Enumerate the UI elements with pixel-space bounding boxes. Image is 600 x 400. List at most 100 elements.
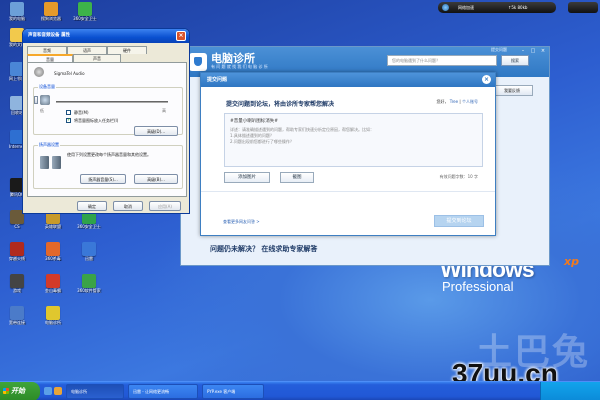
add-image-button[interactable]: 添加图片	[224, 172, 270, 183]
greeting: 您好，	[436, 99, 449, 104]
dialog-header-title: 提交问题	[207, 77, 228, 83]
maximize-icon[interactable]: □	[529, 48, 537, 55]
speaker-settings-group: 扬声器设置 使用下列设置更改每个扬声器音量和其他设置。 扬声器音量(S)... …	[33, 142, 183, 189]
dialog-title: 提交问题到论坛，将由诊所专家帮您解决	[226, 101, 335, 108]
device-name: SigmaTel Audio	[54, 71, 85, 76]
tab-hardware[interactable]: 硬件	[107, 46, 147, 54]
desktop-icon[interactable]: 宽带连接	[2, 306, 32, 325]
app-icon	[46, 306, 60, 320]
start-button[interactable]: 开始	[0, 382, 40, 400]
group-label: 扬声器设置	[38, 142, 60, 148]
system-tray	[540, 382, 600, 400]
top-submit-link[interactable]: 提交问题	[491, 47, 507, 53]
divider	[201, 191, 495, 192]
taskbar-item[interactable]: 迅雷 - 让网络更流畅	[128, 384, 198, 399]
desktop-icon[interactable]: 360软件管家	[74, 274, 104, 293]
user-info: 您好， Tree | 个人账号	[436, 99, 478, 104]
device-volume-group: 设备音量 低 高 静音(M) 将音量图标放入任务栏(I) 高级(D)...	[33, 84, 183, 136]
cancel-button[interactable]: 取消	[113, 201, 143, 211]
search-button[interactable]: 搜索	[501, 55, 529, 66]
desktop-icon[interactable]: 我的电脑	[2, 2, 32, 21]
desktop-icon[interactable]: 迅雷	[74, 242, 104, 261]
desktop: Windows xp Professional 我的电脑 搜狗浏览器 360安全卫士…	[0, 0, 600, 400]
more-answers-link[interactable]: 查看更多网友问答 >	[223, 219, 260, 225]
question-subject: #音量小喇叭图标消失#	[230, 119, 279, 124]
volume-slider[interactable]	[56, 101, 168, 103]
tab-voice[interactable]: 语声	[67, 46, 107, 54]
desktop-icon[interactable]: 360杀毒	[38, 242, 68, 261]
feedback-button[interactable]: 我要反馈	[491, 85, 533, 96]
app-icon	[10, 242, 24, 256]
desktop-icon-label: 英雄联盟	[45, 224, 61, 229]
advanced-button[interactable]: 高级(D)...	[134, 126, 178, 136]
close-icon[interactable]: ×	[539, 48, 547, 55]
tab-audio[interactable]: 音频	[27, 46, 67, 54]
desktop-icon-label: 360安全卫士	[73, 16, 97, 21]
app-icon	[46, 274, 60, 288]
question-hint: 2.问题出现前您都进行了哪些操作？	[230, 139, 294, 144]
account-link[interactable]: 个人账号	[462, 99, 478, 104]
speaker-left-icon	[40, 156, 49, 169]
app-icon	[44, 2, 58, 16]
taskbar-item[interactable]: 电脑诊所	[66, 384, 124, 399]
network-icon	[442, 4, 449, 11]
question-textarea[interactable]: #音量小喇叭图标消失# 详述：请准确描述遇到的问题，帮助专家们快速分析定位原因，…	[224, 113, 483, 167]
submit-question-dialog: 提交问题 × 提交问题到论坛，将由诊所专家帮您解决 您好， Tree | 个人账…	[200, 72, 496, 236]
desktop-icon-label: 金山毒霸	[45, 288, 61, 293]
sound-properties-dialog: 声音和音频设备 属性 × 音频 语声 硬件 音量 声音 SigmaTel Aud…	[22, 28, 190, 214]
folder-quicklaunch-icon[interactable]	[54, 387, 62, 395]
mute-label: 静音(M)	[74, 110, 89, 115]
ok-button[interactable]: 确定	[77, 201, 107, 211]
dialog-header: 提交问题 ×	[201, 73, 495, 87]
mute-checkbox[interactable]	[66, 110, 71, 115]
desktop-icon[interactable]: 金山毒霸	[38, 274, 68, 293]
taskbar: 开始 电脑诊所 迅雷 - 让网络更流畅 PYP.exe 客户端	[0, 381, 600, 400]
tray-icon-checkbox[interactable]	[66, 117, 71, 123]
submit-forum-button[interactable]: 提交到论坛	[434, 215, 484, 227]
dialog-title: 声音和音频设备 属性	[28, 33, 71, 38]
app-icon	[10, 2, 24, 16]
speaker-icon	[34, 67, 44, 77]
desktop-icon-label: 宽带连接	[9, 320, 25, 325]
advanced-speaker-button[interactable]: 高级(B)...	[134, 174, 178, 184]
close-icon[interactable]: ×	[176, 31, 186, 41]
network-gadget[interactable]: 网络加速 ↑5k 80kb	[438, 2, 556, 13]
ie-quicklaunch-icon[interactable]	[44, 387, 52, 395]
app-icon	[82, 274, 96, 288]
volume-icon	[40, 95, 50, 105]
app-icon	[46, 242, 60, 256]
app-icon	[10, 274, 24, 288]
volume-tab-pane: SigmaTel Audio 设备音量 低 高 静音(M) 将音量图标放入任务栏…	[27, 62, 187, 197]
dialog-close-icon[interactable]: ×	[482, 75, 491, 84]
top-right-widget[interactable]	[568, 2, 598, 13]
desktop-icon[interactable]: 穿越火线	[2, 242, 32, 261]
desktop-icon[interactable]: 360安全卫士	[70, 2, 100, 21]
speaker-volume-button[interactable]: 扬声器音量(S)...	[80, 174, 126, 184]
tray-icon-label: 将音量图标放入任务栏(I)	[74, 118, 119, 123]
desktop-icon[interactable]: 搜狗浏览器	[36, 2, 66, 21]
screenshot-button[interactable]: 截图	[280, 172, 314, 183]
taskbar-item[interactable]: PYP.exe 客户端	[202, 384, 264, 399]
volume-slider-thumb[interactable]	[34, 96, 38, 104]
desktop-icon-label: 我的电脑	[9, 16, 25, 21]
apply-button[interactable]: 应用(A)	[149, 201, 181, 211]
search-input[interactable]: 您的电脑遇到了什么问题？	[387, 55, 497, 66]
minimize-icon[interactable]: –	[519, 48, 527, 55]
desktop-icon-label: 电脑诊所	[45, 320, 61, 325]
app-icon	[10, 306, 24, 320]
desktop-icon-label: 360软件管家	[77, 288, 101, 293]
speaker-right-icon	[52, 156, 61, 169]
desktop-icon[interactable]: 电脑诊所	[38, 306, 68, 325]
app-subtitle: 有 问 题 就 找 我 们 电 脑 诊 所	[211, 64, 268, 69]
desktop-icon-label: CS	[14, 224, 20, 229]
desktop-icon[interactable]: 游戏	[2, 274, 32, 293]
desktop-icon-label: 搜狗浏览器	[41, 16, 61, 21]
app-icon	[78, 2, 92, 16]
speaker-description: 使用下列设置更改每个扬声器音量和其他设置。	[67, 152, 151, 157]
desktop-icon-label: 游戏	[13, 288, 21, 293]
tab-sounds[interactable]: 声音	[73, 54, 121, 62]
xp-word: xp	[564, 255, 579, 268]
desktop-icon-label: 360安全卫士	[77, 224, 101, 229]
app-icon	[82, 242, 96, 256]
username-link[interactable]: Tree	[450, 99, 458, 104]
